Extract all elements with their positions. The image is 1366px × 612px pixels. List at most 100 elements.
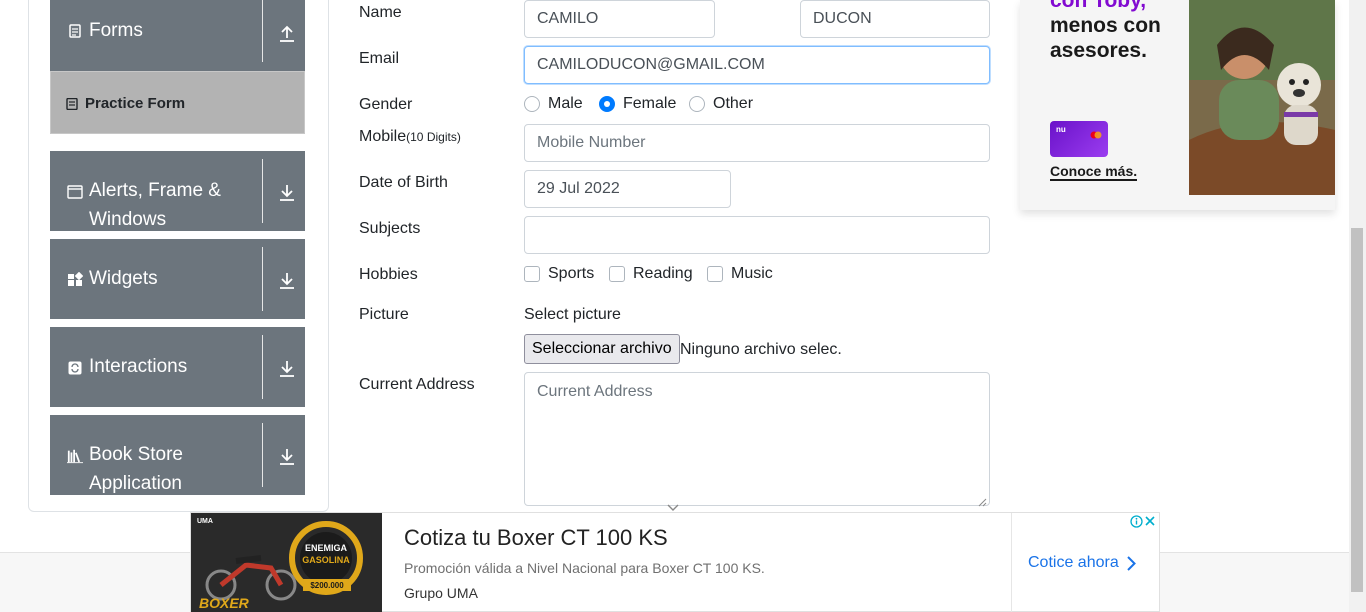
mobile-input[interactable]: Mobile Number (524, 124, 990, 162)
checkbox-box[interactable] (707, 266, 723, 282)
first-name-input[interactable]: CAMILO (524, 0, 715, 38)
chevron-down-icon (667, 499, 679, 511)
hobby-checkbox-sports[interactable]: Sports (524, 265, 594, 283)
checkbox-label: Sports (548, 265, 595, 282)
email-value: CAMILODUCON@GMAIL.COM (537, 56, 765, 73)
gender-radio-female[interactable]: Female (599, 95, 676, 113)
hobbies-label: Hobbies (359, 266, 418, 283)
hobby-checkbox-reading[interactable]: Reading (609, 265, 693, 283)
ad-headline: con Toby, menos con asesores. (1050, 0, 1161, 62)
current-address-label: Current Address (359, 376, 475, 393)
thumb-price: $200.000 (310, 581, 344, 590)
checkbox-box[interactable] (609, 266, 625, 282)
last-name-value: DUCON (813, 10, 872, 27)
form-icon (67, 23, 83, 39)
radio-circle[interactable] (524, 96, 540, 112)
dob-label: Date of Birth (359, 174, 448, 191)
last-name-input[interactable]: DUCON (800, 0, 990, 38)
thumb-line1: ENEMIGA (305, 543, 348, 553)
resize-handle-icon[interactable] (978, 494, 987, 507)
sidebar-group-interactions[interactable]: Interactions (50, 327, 305, 407)
form-icon (66, 97, 78, 111)
arrow-up-icon[interactable] (277, 24, 297, 44)
ad-advertiser: Grupo UMA (404, 585, 478, 601)
arrow-down-icon[interactable] (277, 183, 297, 203)
side-advertisement[interactable]: con Toby, menos con asesores. nu Conoce … (1020, 0, 1335, 210)
arrow-down-icon[interactable] (277, 359, 297, 379)
scrollbar-thumb[interactable] (1351, 228, 1363, 592)
ad-headline[interactable]: Cotiza tu Boxer CT 100 KS (404, 525, 668, 551)
ad-description: Promoción válida a Nivel Nacional para B… (404, 560, 765, 576)
email-label: Email (359, 50, 400, 67)
thumb-model: BOXER (199, 595, 250, 611)
page: Forms Practice Form Alerts, Frame & Windo… (0, 0, 1366, 612)
gender-radio-other[interactable]: Other (689, 95, 753, 113)
card-image: nu (1050, 121, 1108, 157)
divider (262, 0, 263, 62)
current-address-textarea[interactable]: Current Address (524, 372, 990, 507)
select-picture-caption: Select picture (524, 306, 621, 323)
file-status: Ninguno archivo selec. (680, 341, 842, 358)
radio-label: Male (548, 95, 583, 112)
thumb-brand: UMA (197, 518, 213, 525)
arrow-down-icon[interactable] (277, 271, 297, 291)
sidebar-group-label: Forms (89, 20, 143, 41)
picture-label: Picture (359, 306, 409, 323)
sidebar-group-widgets[interactable]: Widgets (50, 239, 305, 319)
radio-circle-checked[interactable] (599, 96, 615, 112)
sidebar-group-label: Interactions (89, 356, 188, 377)
choose-file-button[interactable]: Seleccionar archivo (524, 334, 680, 364)
divider (1011, 513, 1012, 612)
info-icon[interactable] (1129, 514, 1143, 528)
mastercard-icon (1090, 126, 1102, 139)
first-name-value: CAMILO (537, 10, 599, 27)
name-label: Name (359, 4, 402, 21)
date-of-birth-input[interactable]: 29 Jul 2022 (524, 170, 731, 208)
divider (262, 423, 263, 487)
sidebar-group-label: Widgets (89, 268, 158, 289)
books-icon (67, 448, 83, 464)
subjects-input[interactable] (524, 216, 990, 254)
sidebar-group-label: Book Store Application (89, 444, 183, 494)
checkbox-label: Reading (633, 265, 693, 282)
radio-label: Other (713, 95, 754, 112)
radio-circle[interactable] (689, 96, 705, 112)
gender-radio-male[interactable]: Male (524, 95, 583, 113)
adchoices[interactable] (1129, 514, 1157, 528)
chevron-right-icon (1127, 555, 1136, 571)
gender-label: Gender (359, 96, 413, 113)
close-icon[interactable] (1143, 514, 1157, 528)
address-placeholder: Current Address (537, 383, 653, 400)
bottom-advertisement[interactable]: UMA ENEMIGA GASOLINA $200.000 BOXER Coti… (190, 512, 1160, 612)
mobile-placeholder: Mobile Number (537, 134, 646, 151)
sidebar-item-practice-form[interactable]: Practice Form (50, 71, 305, 134)
checkbox-label: Music (731, 265, 773, 282)
radio-label: Female (623, 95, 677, 112)
sidebar-group-alerts[interactable]: Alerts, Frame & Windows (50, 151, 305, 231)
divider (262, 247, 263, 311)
subjects-label: Subjects (359, 220, 421, 237)
ad-cta-label: Cotice ahora (1028, 554, 1119, 571)
widgets-icon (67, 272, 83, 288)
thumb-line2: GASOLINA (302, 555, 350, 565)
checkbox-box[interactable] (524, 266, 540, 282)
ad-thumbnail: UMA ENEMIGA GASOLINA $200.000 BOXER (191, 513, 382, 612)
mobile-label: Mobile(10 Digits) (359, 128, 461, 145)
sidebar-item-label: Practice Form (85, 95, 186, 112)
hobby-checkbox-music[interactable]: Music (707, 265, 773, 283)
sidebar-group-book-store[interactable]: Book Store Application (50, 415, 305, 495)
card-brand: nu (1056, 125, 1066, 134)
sidebar-group-forms[interactable]: Forms (50, 0, 305, 71)
divider (262, 335, 263, 399)
sidebar-group-label: Alerts, Frame & Windows (89, 180, 221, 230)
interactions-icon (67, 360, 83, 376)
window-icon (67, 184, 83, 200)
ad-cta-link[interactable]: Conoce más. (1050, 163, 1138, 181)
vertical-scrollbar[interactable] (1349, 0, 1366, 612)
divider (262, 159, 263, 223)
arrow-down-icon[interactable] (277, 447, 297, 467)
dob-value: 29 Jul 2022 (537, 180, 620, 197)
ad-cta-button[interactable]: Cotice ahora (1028, 554, 1136, 572)
ad-photo (1189, 0, 1335, 195)
email-input[interactable]: CAMILODUCON@GMAIL.COM (524, 46, 990, 84)
